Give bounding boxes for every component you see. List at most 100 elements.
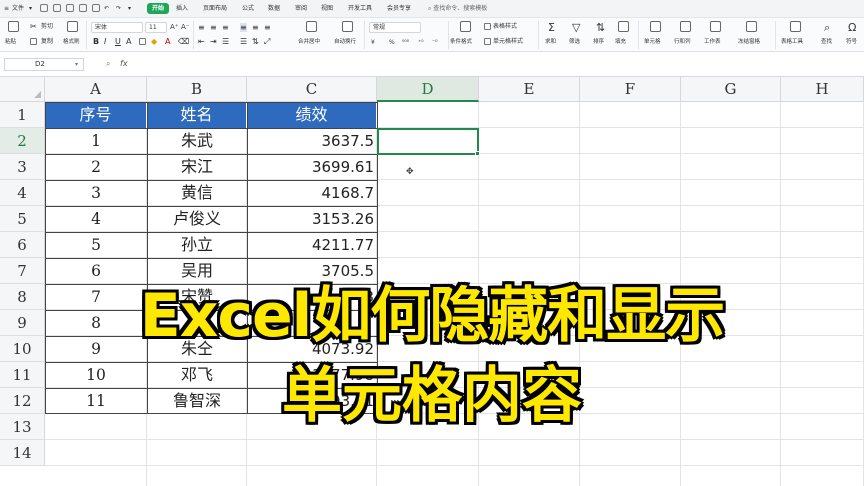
italic-button[interactable]: I <box>104 37 106 46</box>
worksheet-button[interactable]: 工作表 <box>704 38 721 47</box>
align-middle-icon[interactable]: ≡ <box>210 23 217 32</box>
new-file-icon[interactable] <box>40 4 48 12</box>
cell-performance[interactable]: 3153.26 <box>247 206 377 232</box>
underline-button[interactable]: U <box>115 37 121 46</box>
cell-button[interactable]: 单元格 <box>644 38 661 47</box>
save-icon[interactable] <box>53 4 61 12</box>
cell-serial[interactable]: 2 <box>45 154 147 180</box>
sum-button[interactable]: 求和 <box>545 38 556 47</box>
distributed-align-icon[interactable]: ☰ <box>222 37 229 46</box>
name-box[interactable]: D2 <box>4 58 84 71</box>
percent-button[interactable]: % <box>389 38 395 47</box>
cell-performance[interactable]: 4168.7 <box>247 180 377 206</box>
row-header-14[interactable]: 14 <box>0 440 45 466</box>
cell-serial[interactable]: 4 <box>45 206 147 232</box>
align-left-icon[interactable]: ≡ <box>240 23 247 32</box>
cut-button[interactable]: 剪切 <box>41 22 53 31</box>
cell-serial[interactable]: 3 <box>45 180 147 206</box>
align-right-icon[interactable]: ≡ <box>264 23 271 32</box>
font-name-select[interactable]: 宋体 <box>91 22 143 33</box>
cell-serial[interactable]: 5 <box>45 232 147 258</box>
export-icon[interactable] <box>92 4 100 12</box>
zoom-icon[interactable]: ⌕ <box>106 59 110 69</box>
table-style-button[interactable]: 表格样式 <box>493 22 517 31</box>
tab-page-layout[interactable]: 页面布局 <box>203 3 227 14</box>
sum-icon[interactable]: Σ <box>548 22 555 34</box>
fill-icon[interactable] <box>618 21 629 32</box>
tab-formulas[interactable]: 公式 <box>242 3 254 14</box>
formula-input[interactable] <box>134 58 859 71</box>
column-header-f[interactable]: F <box>580 77 681 102</box>
worksheet-icon[interactable] <box>710 21 721 32</box>
tab-data[interactable]: 数据 <box>268 3 280 14</box>
find-button[interactable]: 查找 <box>821 38 832 47</box>
fill-color-icon[interactable]: ◆ <box>151 37 157 46</box>
function-icon[interactable]: fx <box>120 59 128 69</box>
active-cell-d2[interactable] <box>377 128 479 155</box>
undo-icon[interactable]: ↶ <box>104 3 109 14</box>
format-painter-icon[interactable] <box>67 21 78 32</box>
find-icon[interactable]: ⌕ <box>824 22 830 34</box>
font-size-select[interactable]: 11 <box>145 22 167 33</box>
font-grow-icon[interactable]: A⁺ <box>170 23 178 32</box>
row-header-3[interactable]: 3 <box>0 154 45 180</box>
print-icon[interactable] <box>66 4 74 12</box>
row-header-6[interactable]: 6 <box>0 232 45 258</box>
tab-insert[interactable]: 插入 <box>176 3 188 14</box>
increase-decimal-icon[interactable]: ⁺⁰ <box>418 38 424 47</box>
sort-button[interactable]: 排序 <box>593 38 604 47</box>
cell-performance[interactable]: 4211.77 <box>247 232 377 258</box>
chevron-down-icon[interactable]: ▾ <box>29 3 32 14</box>
paste-button-label[interactable]: 粘贴 <box>5 38 16 47</box>
row-column-icon[interactable] <box>680 21 691 32</box>
copy-button[interactable]: 复制 <box>41 37 53 46</box>
wrap-text-icon[interactable] <box>342 21 353 32</box>
column-header-h[interactable]: H <box>781 77 864 102</box>
chevron-down-icon[interactable]: ▾ <box>75 62 78 68</box>
border-icon[interactable] <box>139 38 146 45</box>
text-direction-icon[interactable]: ⇅ <box>252 37 259 46</box>
scissors-icon[interactable]: ✂ <box>30 22 37 31</box>
table-header-cell[interactable]: 序号 <box>45 102 147 128</box>
table-header-cell[interactable]: 绩效 <box>247 102 377 128</box>
cell-performance[interactable]: 3699.61 <box>247 154 377 180</box>
number-format-select[interactable]: 常规 <box>369 22 421 33</box>
cell-performance[interactable]: 3637.5 <box>247 128 377 154</box>
freeze-panes-icon[interactable] <box>746 21 757 32</box>
row-header-4[interactable]: 4 <box>0 180 45 206</box>
format-painter-button[interactable]: 格式刷 <box>63 38 80 47</box>
strikethrough-icon[interactable]: A <box>126 37 131 46</box>
cell-name[interactable]: 宋江 <box>147 154 247 180</box>
row-column-button[interactable]: 行和列 <box>674 38 691 47</box>
align-bottom-icon[interactable]: ≡ <box>222 23 229 32</box>
column-header-e[interactable]: E <box>479 77 580 102</box>
row-header-2[interactable]: 2 <box>0 128 45 154</box>
freeze-panes-button[interactable]: 冻结窗格 <box>738 38 760 47</box>
table-style-icon[interactable] <box>484 23 491 30</box>
indent-decrease-icon[interactable]: ⇤ <box>198 37 205 46</box>
cell-name[interactable]: 卢俊义 <box>147 206 247 232</box>
align-center-icon[interactable]: ≡ <box>252 23 259 32</box>
column-header-d[interactable]: D <box>377 77 479 102</box>
merge-center-icon[interactable] <box>306 21 317 32</box>
tab-developer[interactable]: 开发工具 <box>348 3 372 14</box>
command-search[interactable]: ⌕ 查找命令、搜索模板 <box>428 4 487 14</box>
symbol-icon[interactable]: Ω <box>848 22 856 34</box>
paste-icon[interactable] <box>8 21 19 32</box>
sort-icon[interactable]: ⇅ <box>596 22 605 34</box>
column-header-c[interactable]: C <box>247 77 377 102</box>
copy-icon[interactable] <box>30 38 37 45</box>
table-tools-button[interactable]: 表格工具 <box>781 38 803 47</box>
table-tools-icon[interactable] <box>790 21 801 32</box>
filter-icon[interactable]: ▽ <box>572 22 580 34</box>
cell-serial[interactable]: 1 <box>45 128 147 154</box>
align-top-icon[interactable]: ≡ <box>198 23 205 32</box>
indent-increase-icon[interactable]: ⇥ <box>210 37 217 46</box>
table-header-cell[interactable]: 姓名 <box>147 102 247 128</box>
tab-home[interactable]: 开始 <box>147 3 170 14</box>
currency-button[interactable]: ¥ <box>371 38 375 47</box>
tab-view[interactable]: 视图 <box>321 3 333 14</box>
select-all-corner[interactable] <box>0 77 45 102</box>
column-header-b[interactable]: B <box>147 77 247 102</box>
symbol-button[interactable]: 符号 <box>846 38 857 47</box>
